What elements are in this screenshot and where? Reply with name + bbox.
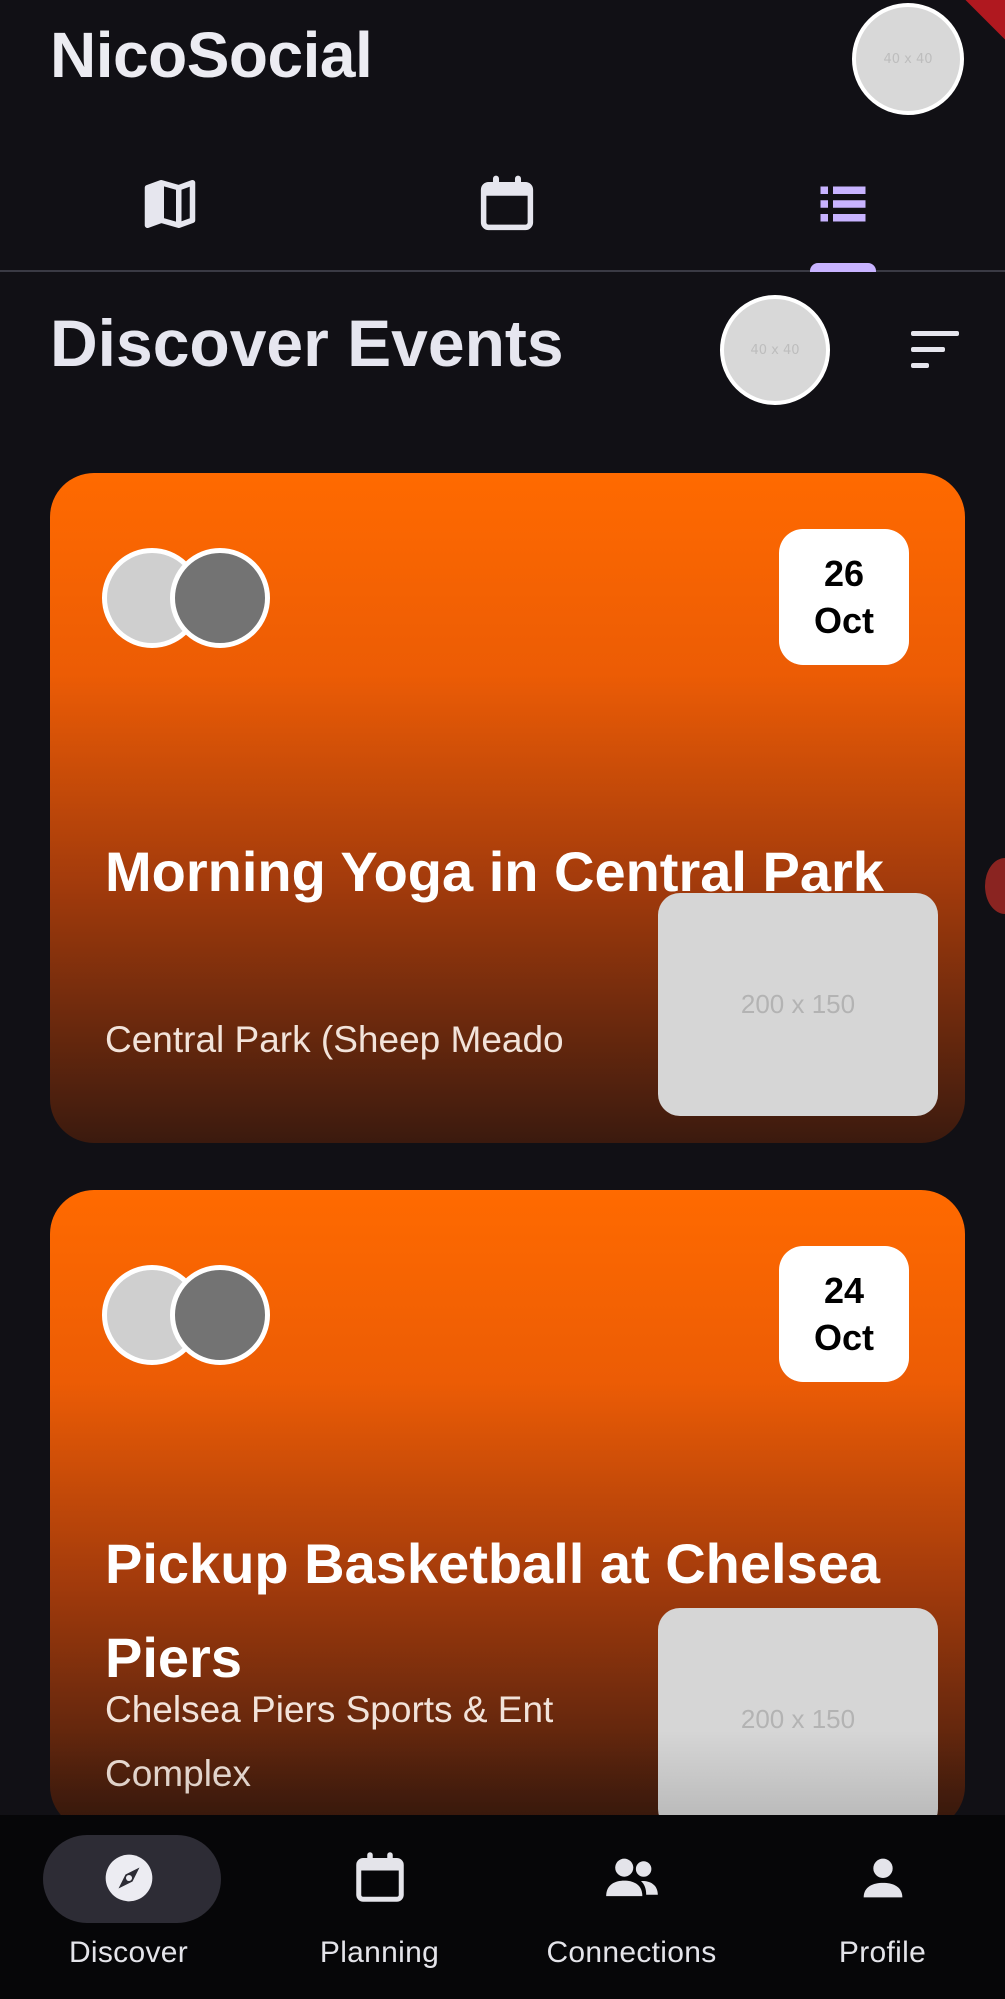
map-icon [144, 180, 196, 228]
attendee-avatars [102, 548, 272, 648]
avatar-placeholder-text: 40 x 40 [883, 51, 933, 67]
corner-accent [960, 0, 1005, 45]
bottom-nav: Discover Planning Connections Profile [0, 1815, 1005, 1999]
calendar-icon [480, 175, 534, 231]
attendee-avatar [170, 548, 270, 648]
tab-list[interactable] [798, 168, 888, 240]
date-day: 26 [823, 553, 865, 594]
people-icon [587, 1848, 677, 1908]
attendee-avatar [170, 1265, 270, 1365]
profile-avatar[interactable]: 40 x 40 [852, 3, 964, 115]
attendee-avatars [102, 1265, 272, 1365]
calendar-icon [335, 1848, 425, 1908]
nav-connections[interactable]: Connections [506, 1815, 757, 1999]
nav-planning[interactable]: Planning [254, 1815, 505, 1999]
image-placeholder-text: 200 x 150 [740, 989, 856, 1019]
person-icon [838, 1848, 928, 1908]
event-image: 200 x 150 [658, 1608, 938, 1830]
event-card[interactable]: 26 Oct Morning Yoga in Central Park Cent… [50, 473, 965, 1143]
app-title: NicoSocial [50, 19, 373, 91]
app-screen: NicoSocial 40 x 40 Discover Events 40 x … [0, 0, 1005, 1999]
active-tab-indicator [810, 263, 876, 272]
section-title: Discover Events [50, 306, 564, 380]
scroll-indicator [985, 858, 1005, 914]
event-image: 200 x 150 [658, 893, 938, 1116]
section-avatar[interactable]: 40 x 40 [720, 295, 830, 405]
date-day: 24 [823, 1270, 865, 1311]
event-location: Central Park (Sheep Meado [105, 1019, 564, 1060]
nav-label: Profile [838, 1936, 927, 1969]
event-location: Chelsea Piers Sports & Ent Complex [105, 1689, 554, 1794]
avatar-placeholder-text: 40 x 40 [750, 342, 800, 358]
nav-profile[interactable]: Profile [757, 1815, 1005, 1999]
date-month: Oct [813, 1317, 874, 1358]
sort-button[interactable] [905, 325, 965, 375]
view-tabs [0, 140, 1005, 272]
nav-discover[interactable]: Discover [3, 1815, 254, 1999]
date-badge: 26 Oct [779, 529, 909, 665]
event-card[interactable]: 24 Oct Pickup Basketball at Chelsea Pier… [50, 1190, 965, 1830]
sort-icon [911, 331, 959, 368]
date-month: Oct [813, 600, 874, 641]
nav-label: Discover [68, 1936, 189, 1969]
date-badge: 24 Oct [779, 1246, 909, 1382]
tab-map[interactable] [125, 168, 215, 240]
list-icon [820, 186, 866, 222]
tab-calendar[interactable] [462, 168, 552, 240]
image-placeholder-text: 200 x 150 [740, 1704, 856, 1734]
nav-label: Planning [319, 1936, 440, 1969]
compass-icon [84, 1848, 174, 1908]
nav-label: Connections [546, 1936, 717, 1969]
